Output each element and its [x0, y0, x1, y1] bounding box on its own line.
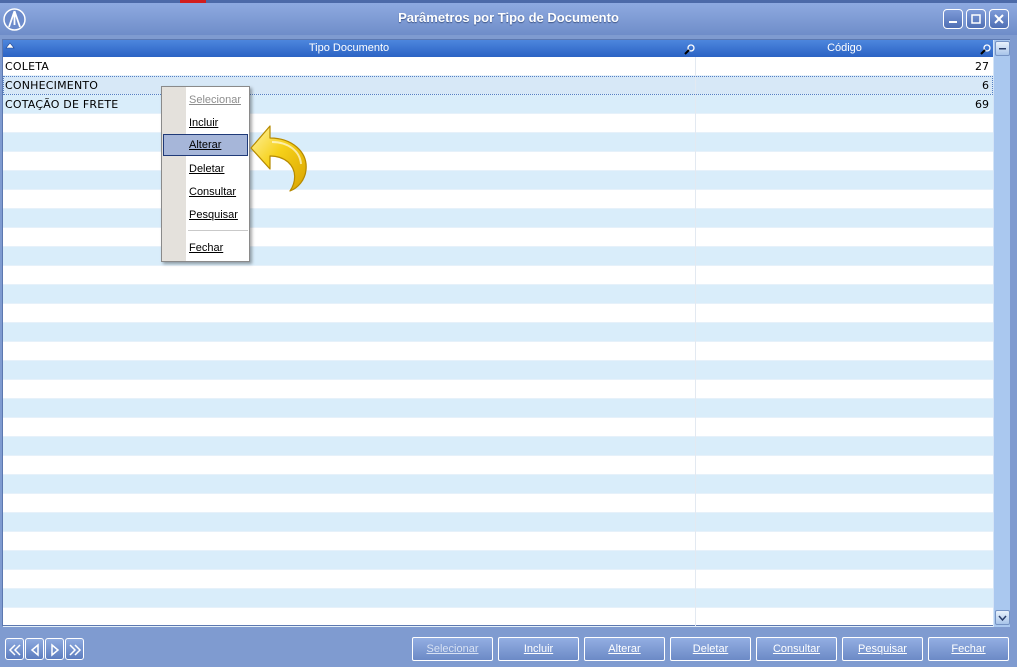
empty-row	[3, 513, 993, 532]
cell-tipo: COTAÇÃO DE FRETE	[5, 98, 119, 111]
empty-row	[3, 228, 993, 247]
empty-row	[3, 437, 993, 456]
table-row-selected[interactable]: CONHECIMENTO 6	[3, 76, 993, 95]
selecionar-button[interactable]: Selecionar	[412, 637, 493, 661]
table-row[interactable]: COLETA 27	[3, 57, 993, 76]
menu-item-fechar[interactable]: Fechar	[163, 237, 248, 259]
curved-arrow-icon	[250, 125, 307, 192]
bottom-toolbar: Selecionar Incluir Alterar Deletar Consu…	[0, 630, 1017, 667]
maximize-icon	[971, 14, 981, 24]
title-bar: Parâmetros por Tipo de Documento	[0, 3, 1017, 35]
empty-row	[3, 380, 993, 399]
window-title: Parâmetros por Tipo de Documento	[398, 10, 619, 25]
cell-codigo: 6	[982, 79, 989, 92]
minimize-icon	[949, 21, 957, 23]
cell-codigo: 27	[975, 60, 989, 73]
close-button[interactable]	[989, 9, 1009, 29]
grid-header: Tipo Documento Código	[3, 40, 993, 57]
empty-row	[3, 570, 993, 589]
deletar-button[interactable]: Deletar	[670, 637, 751, 661]
scroll-down-button[interactable]	[995, 610, 1010, 625]
menu-item-deletar[interactable]: Deletar	[163, 158, 248, 180]
pesquisar-button[interactable]: Pesquisar	[842, 637, 923, 661]
column-divider	[695, 57, 696, 627]
empty-row	[3, 589, 993, 608]
next-record-icon	[51, 643, 60, 657]
cell-tipo: COLETA	[5, 60, 50, 73]
menu-item-incluir[interactable]: Incluir	[163, 112, 248, 134]
empty-row	[3, 285, 993, 304]
scroll-up-button[interactable]	[995, 41, 1010, 56]
incluir-button[interactable]: Incluir	[498, 637, 579, 661]
empty-row	[3, 190, 993, 209]
empty-row	[3, 266, 993, 285]
table-row[interactable]: COTAÇÃO DE FRETE 69	[3, 95, 993, 114]
magnifier-icon[interactable]	[684, 43, 696, 55]
empty-row	[3, 323, 993, 342]
empty-row	[3, 171, 993, 190]
grid-rows: COLETA 27 CONHECIMENTO 6 COTAÇÃO DE FRET…	[3, 57, 993, 627]
last-record-icon	[69, 644, 82, 656]
cell-tipo: CONHECIMENTO	[5, 79, 99, 92]
minimize-button[interactable]	[943, 9, 963, 29]
fechar-button[interactable]: Fechar	[928, 637, 1009, 661]
column-header-codigo[interactable]: Código	[696, 42, 993, 54]
menu-item-consultar[interactable]: Consultar	[163, 181, 248, 203]
magnifier-icon[interactable]	[980, 43, 992, 55]
empty-row	[3, 342, 993, 361]
empty-row	[3, 608, 993, 627]
empty-row	[3, 494, 993, 513]
first-record-button[interactable]	[5, 638, 24, 660]
empty-row	[3, 361, 993, 380]
previous-record-button[interactable]	[25, 638, 44, 660]
alterar-button[interactable]: Alterar	[584, 637, 665, 661]
empty-row	[3, 456, 993, 475]
minus-icon	[999, 48, 1006, 50]
vertical-scrollbar[interactable]	[993, 40, 1010, 627]
empty-row	[3, 133, 993, 152]
empty-row	[3, 475, 993, 494]
chevron-down-icon	[998, 615, 1007, 622]
empty-row	[3, 399, 993, 418]
empty-row	[3, 532, 993, 551]
close-icon	[994, 14, 1004, 24]
menu-item-selecionar[interactable]: Selecionar	[163, 89, 248, 111]
context-menu: Selecionar Incluir Alterar Deletar Consu…	[161, 86, 250, 262]
first-record-icon	[8, 644, 21, 656]
empty-row	[3, 247, 993, 266]
previous-record-icon	[30, 643, 39, 657]
empty-row	[3, 209, 993, 228]
maximize-button[interactable]	[966, 9, 986, 29]
empty-row	[3, 551, 993, 570]
app-window: Parâmetros por Tipo de Documento Tipo Do…	[0, 0, 1017, 667]
empty-row	[3, 114, 993, 133]
empty-row	[3, 418, 993, 437]
column-header-tipo-documento[interactable]: Tipo Documento	[3, 42, 695, 54]
document-type-grid: Tipo Documento Código COLETA 27 CONHECIM…	[2, 39, 1010, 627]
empty-row	[3, 152, 993, 171]
empty-row	[3, 304, 993, 323]
consultar-button[interactable]: Consultar	[756, 637, 837, 661]
menu-separator	[188, 230, 248, 231]
next-record-button[interactable]	[45, 638, 64, 660]
menu-item-alterar[interactable]: Alterar	[163, 134, 248, 156]
menu-item-pesquisar[interactable]: Pesquisar	[163, 204, 248, 226]
cell-codigo: 69	[975, 98, 989, 111]
last-record-button[interactable]	[65, 638, 84, 660]
